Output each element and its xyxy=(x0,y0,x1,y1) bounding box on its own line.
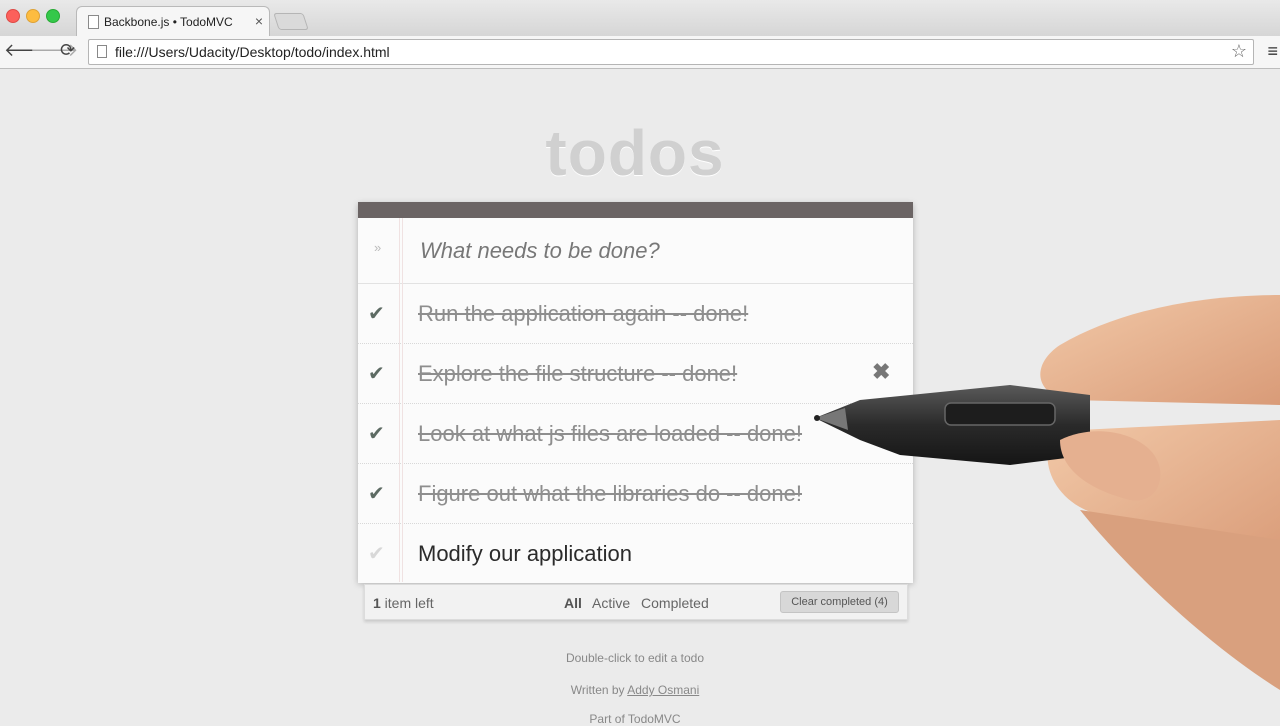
author-link[interactable]: Addy Osmani xyxy=(627,683,699,697)
reload-icon[interactable]: ⟳ xyxy=(60,40,75,61)
filter-all[interactable]: All xyxy=(564,595,582,611)
todo-label[interactable]: Look at what js files are loaded -- done… xyxy=(418,421,802,447)
part-of-text: Part of TodoMVC xyxy=(589,712,681,726)
todo-label[interactable]: Explore the file structure -- done! xyxy=(418,361,737,387)
minimize-window-button[interactable] xyxy=(26,9,40,23)
filter-active[interactable]: Active xyxy=(592,595,630,611)
checkmark-icon[interactable]: ✔ xyxy=(368,421,385,446)
zoom-window-button[interactable] xyxy=(46,9,60,23)
checkmark-icon[interactable]: ✔ xyxy=(368,541,385,566)
tab-title: Backbone.js • TodoMVC xyxy=(104,15,233,29)
browser-toolbar: 🡐 🡒 ⟳ file:///Users/Udacity/Desktop/todo… xyxy=(0,36,1280,69)
browser-tab[interactable]: Backbone.js • TodoMVC × xyxy=(76,6,270,37)
todo-item[interactable]: ✔ Explore the file structure -- done! ✖ xyxy=(358,344,913,404)
menu-icon[interactable]: ≡ xyxy=(1267,41,1278,62)
todo-count-number: 1 xyxy=(373,595,381,611)
url-text[interactable]: file:///Users/Udacity/Desktop/todo/index… xyxy=(115,44,390,60)
tab-close-icon[interactable]: × xyxy=(255,13,263,29)
browser-titlebar: Backbone.js • TodoMVC × xyxy=(0,0,1280,37)
checkmark-icon[interactable]: ✔ xyxy=(368,301,385,326)
filter-completed[interactable]: Completed xyxy=(641,595,709,611)
new-todo-row: » xyxy=(358,218,913,284)
todo-item[interactable]: ✔ Modify our application xyxy=(358,524,913,583)
checkmark-icon[interactable]: ✔ xyxy=(368,361,385,386)
address-bar[interactable]: file:///Users/Udacity/Desktop/todo/index… xyxy=(88,39,1254,65)
margin-line xyxy=(399,218,403,582)
bookmark-star-icon[interactable]: ☆ xyxy=(1231,41,1247,62)
todo-list: ✔ Run the application again -- done! ✔ E… xyxy=(358,284,913,583)
todo-count: 1 item left xyxy=(373,595,434,611)
todo-footer: 1 item left All Active Completed Clear c… xyxy=(364,584,908,620)
new-tab-button[interactable] xyxy=(273,13,309,30)
todo-count-suffix: item left xyxy=(380,595,434,611)
written-by-text: Written by xyxy=(570,683,628,697)
edit-hint: Double-click to edit a todo xyxy=(565,651,705,665)
todo-label[interactable]: Figure out what the libraries do -- done… xyxy=(418,481,802,507)
checkmark-icon[interactable]: ✔ xyxy=(368,481,385,506)
page-title: todos xyxy=(545,117,725,189)
page-icon xyxy=(97,45,107,58)
document-icon xyxy=(88,15,99,29)
todo-item[interactable]: ✔ Run the application again -- done! xyxy=(358,284,913,344)
toggle-all-icon[interactable]: » xyxy=(374,240,381,255)
todo-label[interactable]: Modify our application xyxy=(418,541,632,567)
filters: All Active Completed xyxy=(564,595,716,611)
credits: Written by Addy Osmani xyxy=(0,683,1270,697)
delete-x-icon[interactable]: ✖ xyxy=(872,359,890,385)
clear-completed-button[interactable]: Clear completed (4) xyxy=(780,591,899,613)
close-window-button[interactable] xyxy=(6,9,20,23)
todo-label[interactable]: Run the application again -- done! xyxy=(418,301,748,327)
todo-item[interactable]: ✔ Look at what js files are loaded -- do… xyxy=(358,404,913,464)
todo-app: » ✔ Run the application again -- done! ✔… xyxy=(358,202,913,583)
header-bar xyxy=(358,202,913,218)
todo-item[interactable]: ✔ Figure out what the libraries do -- do… xyxy=(358,464,913,524)
new-todo-input[interactable] xyxy=(418,232,892,270)
